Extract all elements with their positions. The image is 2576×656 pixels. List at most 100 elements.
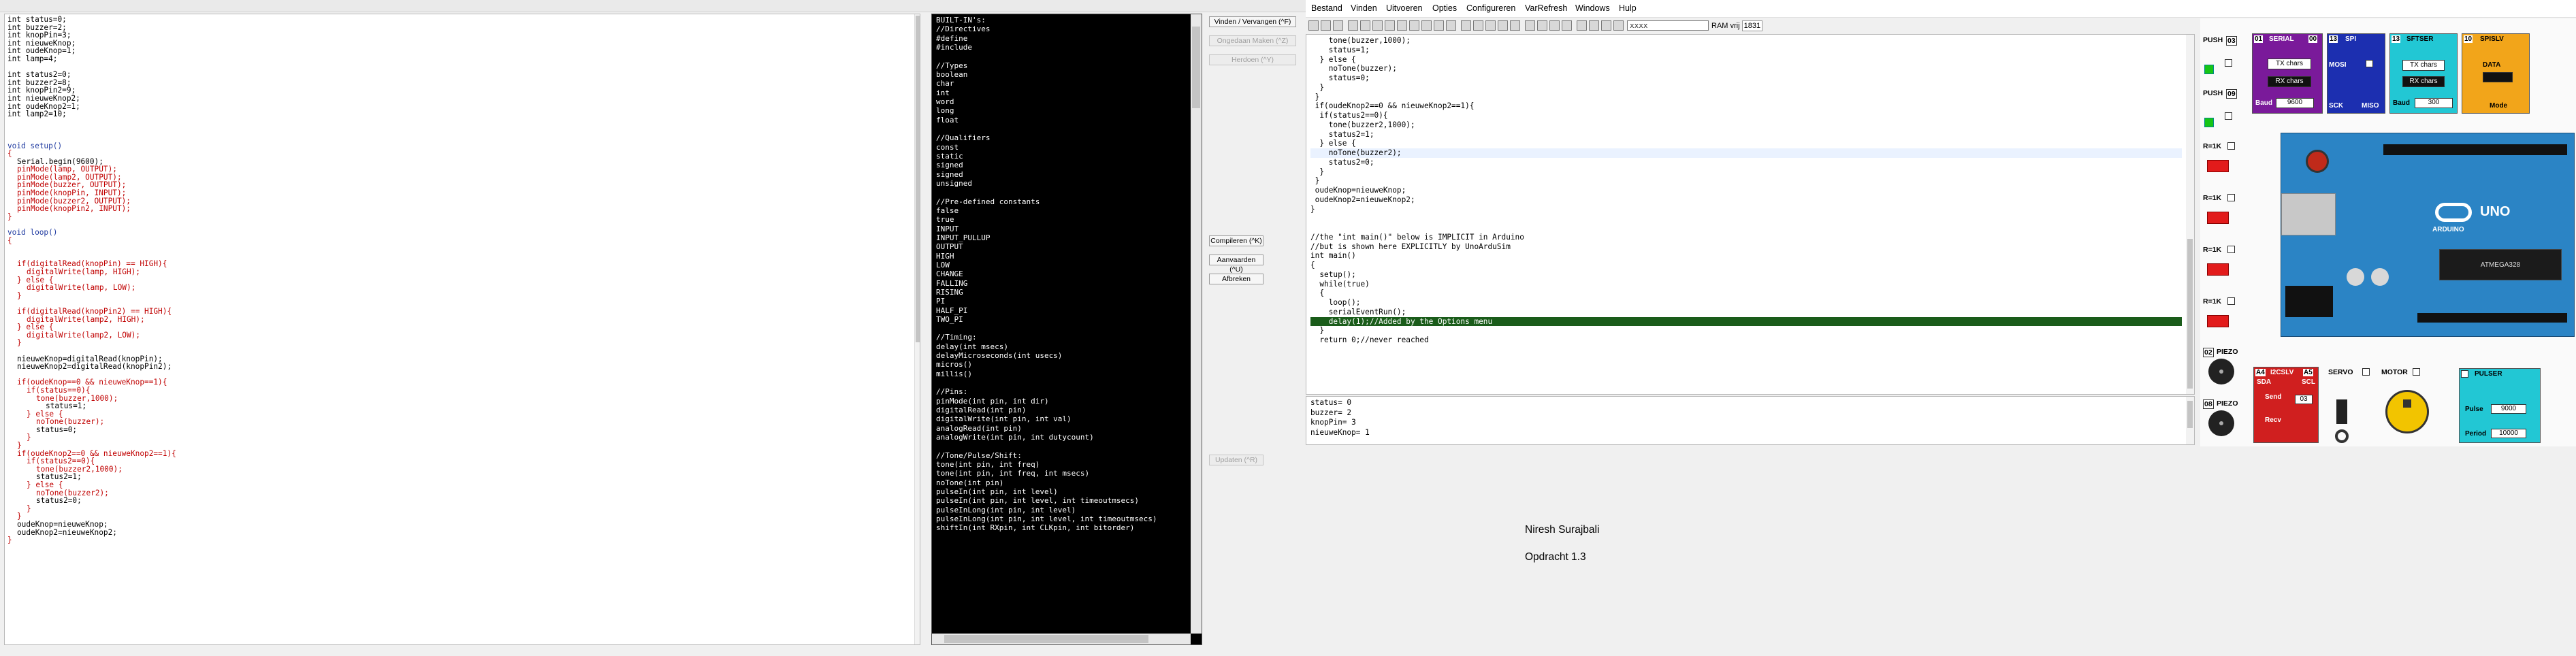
sim-code-line[interactable]: { [1310,261,2182,270]
redo-button[interactable]: Herdoen (^Y) [1209,54,1296,65]
sim-code-line[interactable]: delay(1);//Added by the Options menu [1310,316,2182,327]
menu-hulp[interactable]: Hulp [1619,3,1637,13]
reset-icon[interactable] [1348,20,1358,31]
builtin-line[interactable]: CHANGE [936,269,1188,278]
config-icon[interactable] [1562,20,1572,31]
code-line[interactable]: pinMode(knopPin2, INPUT); [7,205,903,213]
code-line[interactable]: tone(buzzer2,1000); [7,465,903,474]
sim-code-line[interactable]: } [1310,176,2182,186]
code-line[interactable]: int knopPin2=9; [7,86,903,95]
builtin-line[interactable]: #define [936,34,1188,43]
refresh-icon[interactable] [1589,20,1599,31]
builtin-line[interactable]: word [936,97,1188,106]
code-line[interactable] [7,220,903,229]
builtin-line[interactable] [936,188,1188,197]
builtin-line[interactable]: unsigned [936,179,1188,188]
serial-pin-rx[interactable]: 00 [2308,35,2318,43]
sim-code-line[interactable]: status=0; [1310,73,2182,83]
servo-select[interactable] [2362,368,2370,376]
pulser-period-value[interactable]: 10000 [2491,429,2526,438]
builtin-line[interactable]: HIGH [936,252,1188,261]
builtin-line[interactable]: PI [936,297,1188,306]
code-line[interactable]: int lamp2=10; [7,110,903,118]
builtin-line[interactable]: false [936,206,1188,215]
sim-code-line[interactable]: status2=0; [1310,158,2182,167]
code-line[interactable]: status2=0; [7,497,903,505]
code-line[interactable]: noTone(buzzer); [7,418,903,426]
builtin-line[interactable]: digitalRead(int pin) [936,406,1188,414]
builtin-line[interactable]: pulseIn(int pin, int level) [936,487,1188,496]
code-line[interactable]: int status2=0; [7,71,903,79]
builtin-line[interactable]: LOW [936,261,1188,269]
code-line[interactable]: } [7,213,903,221]
sim-code-line[interactable]: if(oudeKnop2==0 && nieuweKnop2==1){ [1310,101,2182,111]
code-line[interactable]: void setup() [7,142,903,150]
sim-code-line[interactable] [1310,223,2182,233]
sim-code-line[interactable]: oudeKnop2=nieuweKnop2; [1310,195,2182,205]
serial-rx-chars[interactable]: RX chars [2268,76,2311,87]
sim-code-line[interactable] [1310,214,2182,223]
menu-varrefresh[interactable]: VarRefresh [1525,3,1567,13]
softserial-tx-chars[interactable]: TX chars [2402,60,2445,71]
cancel-button[interactable]: Afbreken [1209,274,1263,284]
builtin-line[interactable]: pulseIn(int pin, int level, int timeoutm… [936,496,1188,505]
variable-line[interactable]: buzzer= 2 [1310,408,1370,419]
sim-code-line[interactable]: noTone(buzzer); [1310,64,2182,73]
motor-select[interactable] [2413,368,2420,376]
softserial-pin[interactable]: 13 [2392,35,2401,43]
builtin-line[interactable]: INPUT_PULLUP [936,233,1188,242]
sim-code-scroll-thumb[interactable] [2187,239,2193,389]
spi-pin[interactable]: 13 [2329,35,2338,43]
code-line[interactable]: } [7,433,903,442]
editor-text[interactable]: int status=0; int buzzer=2; int knopPin=3;… [7,16,903,642]
led-select-3[interactable] [2227,246,2235,253]
code-line[interactable]: nieuweKnop2=digitalRead(knopPin2); [7,363,903,371]
builtin-line[interactable]: char [936,79,1188,88]
find-replace-button[interactable]: Vinden / Vervangen (^F) [1209,16,1296,27]
compile-button[interactable]: Compileren (^K) [1209,235,1263,246]
pause-icon[interactable] [1446,20,1456,31]
sim-code-line[interactable]: status2=1; [1310,130,2182,140]
sim-code-line[interactable]: int main() [1310,251,2182,261]
code-line[interactable]: pinMode(buzzer2, OUTPUT); [7,197,903,206]
code-line[interactable]: int oudeKnop=1; [7,47,903,55]
find-icon[interactable] [1333,20,1343,31]
variables-pane[interactable]: status= 0 buzzer= 2 knopPin= 3 nieuweKnop= … [1306,396,2195,445]
code-line[interactable]: digitalWrite(lamp, HIGH); [7,268,903,276]
builtin-line[interactable] [936,442,1188,450]
sim-code-line[interactable]: } else { [1310,139,2182,148]
code-line[interactable] [7,347,903,355]
i2c-a4-pin[interactable]: A4 [2255,369,2266,376]
code-line[interactable]: digitalWrite(lamp2, LOW); [7,331,903,340]
push-button-1[interactable] [2225,59,2232,67]
push-pin-2[interactable]: 09 [2226,89,2237,99]
spislave-data-value[interactable] [2483,72,2513,82]
code-line[interactable]: digitalWrite(lamp, LOW); [7,284,903,292]
builtins-horizontal-scrollbar[interactable] [932,634,1191,644]
extra-icon[interactable] [1613,20,1624,31]
menu-configureren[interactable]: Configureren [1466,3,1515,13]
builtin-line[interactable]: //Types [936,61,1188,70]
builtin-line[interactable]: pulseInLong(int pin, int level, int time… [936,514,1188,523]
piezo-pin-1[interactable]: 02 [2203,348,2214,357]
sim-code-line[interactable]: } [1310,167,2182,177]
code-line[interactable]: { [7,150,903,158]
lab-bench-icon[interactable] [1537,20,1547,31]
builtin-line[interactable]: //Qualifiers [936,133,1188,142]
variables-scrollbar[interactable] [2186,397,2194,444]
sim-code-line[interactable]: } [1310,326,2182,335]
code-line[interactable]: noTone(buzzer2); [7,489,903,497]
builtin-line[interactable]: int [936,88,1188,97]
piezo-pin-2[interactable]: 08 [2203,399,2214,409]
builtin-line[interactable]: delay(int msecs) [936,342,1188,351]
scope-icon[interactable] [1549,20,1560,31]
builtins-vertical-scrollbar[interactable] [1191,14,1202,634]
builtin-line[interactable]: tone(int pin, int freq) [936,460,1188,469]
serial-baud-select[interactable]: 9600 [2276,98,2314,108]
code-line[interactable]: if(oudeKnop==0 && nieuweKnop==1){ [7,378,903,387]
builtin-line[interactable]: HALF_PI [936,306,1188,315]
breakpoint-icon[interactable] [1461,20,1471,31]
code-line[interactable]: if(status2==0){ [7,457,903,465]
builtin-line[interactable] [936,52,1188,61]
code-line[interactable]: pinMode(lamp, OUTPUT); [7,165,903,174]
